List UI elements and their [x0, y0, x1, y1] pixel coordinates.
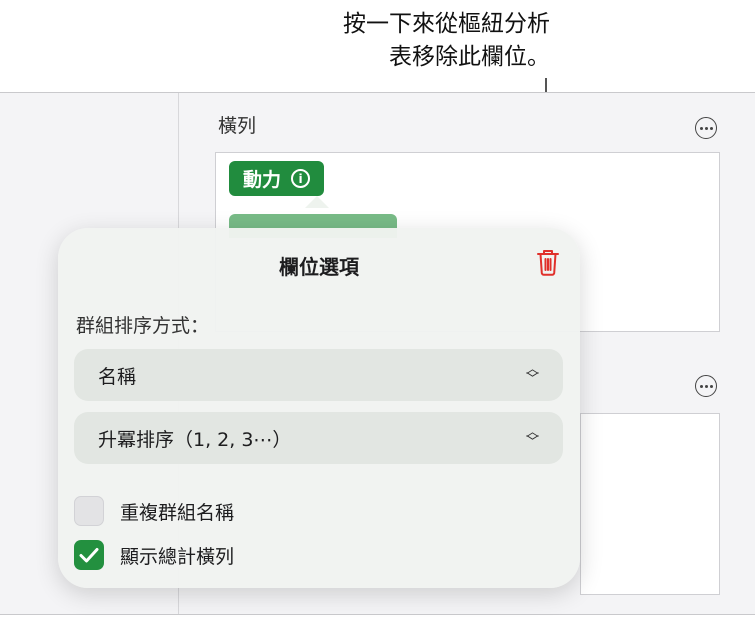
repeat-group-names-label: 重複群組名稱 — [120, 501, 235, 524]
sort-by-select[interactable]: 名稱 ︿ ﹀ — [74, 349, 563, 401]
repeat-group-names-checkbox[interactable] — [74, 496, 104, 526]
values-drop-area[interactable] — [580, 413, 720, 595]
sort-order-select[interactable]: 升冪排序（1, 2, 3⋯） ︿ ﹀ — [74, 412, 563, 464]
sort-order-value: 升冪排序（1, 2, 3⋯） — [98, 428, 292, 451]
callout-line-1: 按一下來從樞紐分析 — [343, 11, 550, 37]
trash-icon[interactable] — [536, 248, 560, 276]
values-more-options-icon[interactable] — [695, 375, 717, 397]
field-options-popover: 欄位選項 群組排序方式： 名稱 ︿ ﹀ 升冪排序（1, 2, 3⋯） ︿ ﹀ 重複群… — [58, 228, 580, 588]
group-sort-label: 群組排序方式： — [76, 315, 210, 337]
rows-section-title: 橫列 — [218, 115, 257, 137]
show-totals-checkbox[interactable] — [74, 540, 104, 570]
chevron-up-down-icon: ︿ ﹀ — [525, 362, 539, 387]
rows-more-options-icon[interactable] — [695, 117, 717, 139]
show-totals-label: 顯示總計橫列 — [120, 545, 235, 568]
annotation-callout: 按一下來從樞紐分析 表移除此欄位。 — [230, 8, 550, 74]
popover-arrow — [305, 196, 329, 208]
popover-title: 欄位選項 — [279, 255, 359, 279]
show-totals-row[interactable]: 顯示總計橫列 — [74, 540, 234, 570]
checkmark-icon — [79, 548, 99, 563]
callout-line-2: 表移除此欄位。 — [389, 44, 550, 70]
chevron-up-down-icon: ︿ ﹀ — [525, 425, 539, 450]
sort-by-value: 名稱 — [98, 365, 137, 388]
field-chip-power[interactable]: 動力 i — [229, 161, 325, 196]
repeat-group-names-row[interactable]: 重複群組名稱 — [74, 496, 234, 526]
field-chip-label: 動力 — [243, 169, 282, 191]
info-icon[interactable]: i — [291, 169, 311, 188]
